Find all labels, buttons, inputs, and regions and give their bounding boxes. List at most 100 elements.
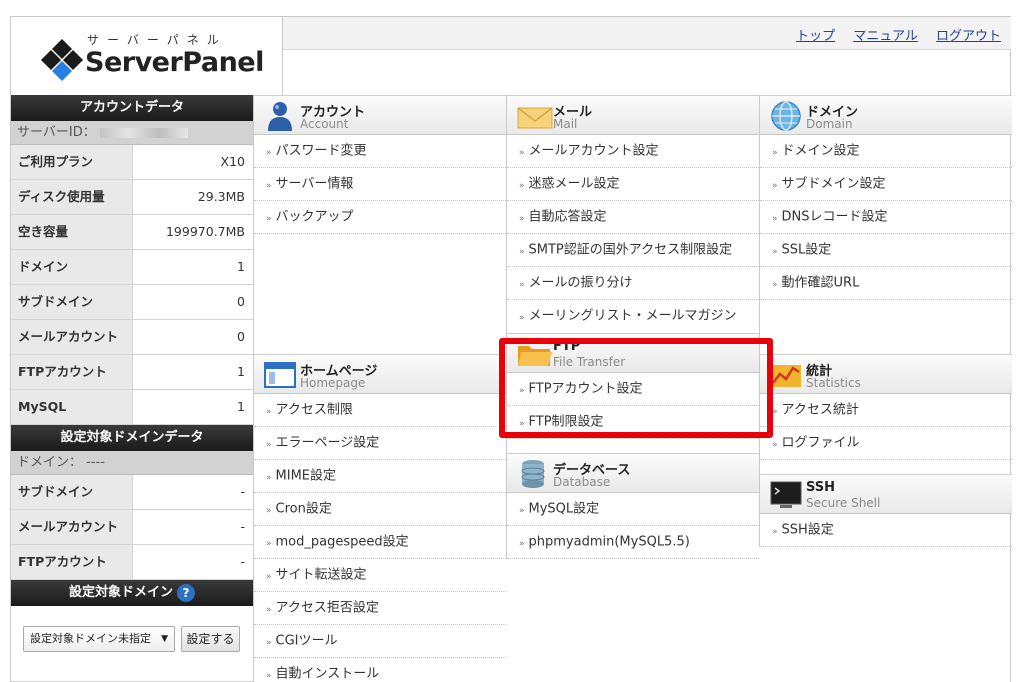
top-bar: トップ マニュアル ログアウト [283,17,1011,50]
arrow-icon: » [519,386,525,396]
set-domain-button[interactable]: 設定する [181,626,240,652]
menu-item-label: CGIツール [275,633,338,649]
row-value: 0 [237,329,245,344]
section-subtitle: Secure Shell [806,496,881,510]
menu-item[interactable]: » CGIツール [254,625,506,658]
dropdown-arrow-icon: ▼ [161,634,168,644]
arrow-icon: » [519,539,525,549]
menu-item-label: サーバー情報 [275,176,354,192]
menu-item[interactable]: » メールの振り分け [507,267,759,300]
logo[interactable]: サーバーパネル ServerPanel [11,17,283,95]
row-value: 0 [237,294,245,309]
section-mail: メール Mail [507,95,759,135]
menu-item[interactable]: » アクセス拒否設定 [254,592,506,625]
menu-item[interactable]: » MIME設定 [254,460,506,493]
help-icon[interactable]: ? [177,583,195,602]
menu-item[interactable]: » 自動応答設定 [507,201,759,234]
row-value: - [240,554,245,569]
arrow-icon: » [266,572,272,582]
menu-item[interactable]: » mod_pagespeed設定 [254,526,506,559]
row-value: 1 [237,259,245,274]
menu-item[interactable]: » phpmyadmin(MySQL5.5) [507,526,759,559]
menu-item-label: SSH設定 [781,522,834,538]
section-ssh: SSH Secure Shell [760,474,1012,514]
globe-icon [771,101,801,131]
row-value: 1 [237,399,245,414]
section-database: データベース Database [507,453,759,493]
menu-item[interactable]: » サイト転送設定 [254,559,506,592]
menu-item-label: FTP制限設定 [528,414,604,430]
column-3: ドメイン Domain » ドメイン設定 » サブドメイン設定 » DNSレコード設定… [759,95,1012,547]
arrow-icon: » [772,214,778,224]
section-subtitle: File Transfer [553,355,626,369]
menu-item[interactable]: » アクセス制限 [254,394,506,427]
menu-item-label: サブドメイン設定 [781,176,886,192]
top-links: トップ マニュアル ログアウト [782,25,1001,44]
menu-item[interactable]: » アクセス統計 [760,394,1012,427]
manual-link[interactable]: マニュアル [853,29,918,44]
menu-item[interactable]: » メールアカウント設定 [507,135,759,168]
domain-row-mail: メールアカウント - [11,510,253,545]
arrow-icon: » [519,313,525,323]
menu-item-label: SSL設定 [781,242,832,258]
menu-item[interactable]: » 迷惑メール設定 [507,168,759,201]
arrow-icon: » [772,407,778,417]
menu-item[interactable]: » MySQL設定 [507,493,759,526]
row-label: FTPアカウント [11,355,133,389]
arrow-icon: » [772,247,778,257]
menu-item[interactable]: » Cron設定 [254,493,506,526]
menu-item[interactable]: » SSH設定 [760,514,1012,547]
menu-item-label: メーリングリスト・メールマガジン [528,308,737,324]
menu-item[interactable]: » パスワード変更 [254,135,506,168]
menu-item-label: アクセス制限 [275,402,353,418]
menu-item[interactable]: » ドメイン設定 [760,135,1012,168]
domain-select[interactable]: 設定対象ドメイン未指定 ▼ [23,626,175,652]
menu-item[interactable]: » メーリングリスト・メールマガジン [507,300,759,333]
menu-item-label: mod_pagespeed設定 [275,534,409,550]
menu-item-label: 動作確認URL [781,275,860,291]
menu-item-label: アクセス統計 [781,402,859,418]
section-title: FTP [553,339,581,354]
section-subtitle: Database [553,475,611,489]
column-1: アカウント Account » パスワード変更 » サーバー情報 » バックアップ ホ… [253,95,506,682]
arrow-icon: » [266,440,272,450]
domain-data-title: 設定対象ドメインデータ [11,425,253,451]
account-row-mysql: MySQL 1 [11,390,253,425]
menu-item-label: バックアップ [275,209,354,225]
arrow-icon: » [266,407,272,417]
row-value: 29.3MB [197,189,245,204]
arrow-icon: » [772,181,778,191]
chart-icon [771,365,801,387]
database-icon [521,460,545,488]
menu-item[interactable]: » サーバー情報 [254,168,506,201]
account-row-plan: ご利用プラン X10 [11,145,253,180]
section-account: アカウント Account [254,95,506,135]
logout-link[interactable]: ログアウト [936,29,1001,44]
domain-label: ドメイン： ---- [11,451,253,475]
row-label: メールアカウント [11,320,133,354]
menu-item[interactable]: » サブドメイン設定 [760,168,1012,201]
menu-item[interactable]: » エラーページ設定 [254,427,506,460]
menu-item-label: Cron設定 [275,501,332,517]
menu-item[interactable]: » FTP制限設定 [507,406,759,439]
menu-item-ftp-account[interactable]: » FTPアカウント設定 [507,373,759,406]
menu-item[interactable]: » ログファイル [760,427,1012,460]
section-subtitle: Mail [553,117,578,131]
target-domain-title-text: 設定対象ドメイン [68,585,173,600]
menu-item-label: エラーページ設定 [275,435,380,451]
arrow-icon: » [519,181,525,191]
menu-item[interactable]: » SMTP認証の国外アクセス制限設定 [507,234,759,267]
top-link[interactable]: トップ [796,29,835,44]
menu-item[interactable]: » 動作確認URL [760,267,1012,300]
domain-row-subdomain: サブドメイン - [11,475,253,510]
menu-item[interactable]: » バックアップ [254,201,506,234]
menu-item-label: ドメイン設定 [781,143,860,159]
menu-item[interactable]: » SSL設定 [760,234,1012,267]
row-label: ドメイン [11,250,133,284]
menu-item[interactable]: » 自動インストール [254,658,506,682]
domain-select-area: 設定対象ドメイン未指定 ▼ 設定する [11,606,253,682]
row-label: 空き容量 [11,215,133,249]
menu-item[interactable]: » DNSレコード設定 [760,201,1012,234]
